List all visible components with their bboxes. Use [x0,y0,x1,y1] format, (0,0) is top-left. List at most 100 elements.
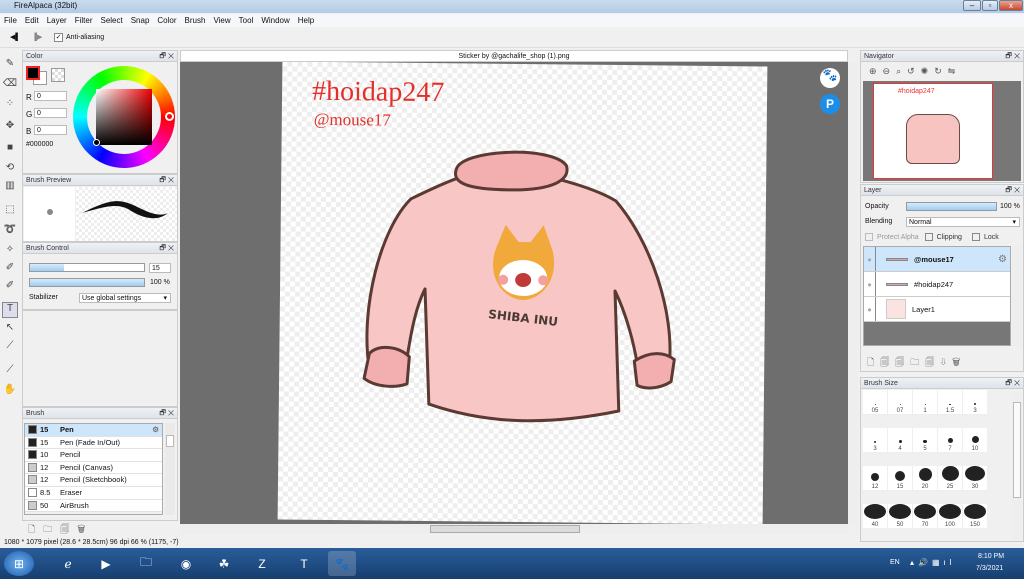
layer-row[interactable]: ● #hoidap247 [864,272,1010,297]
gear-icon[interactable]: ⚙ [152,424,159,436]
alpaca-icon[interactable]: 🐾 [820,68,840,88]
brush-size-cell[interactable]: 4 [888,428,913,453]
visibility-icon[interactable]: ● [864,272,876,296]
brush-item[interactable]: 12 Pencil (Sketchbook) [25,474,162,487]
brush-size-scrollbar[interactable] [1012,392,1022,540]
clock-time[interactable]: 8:10 PM [978,553,1004,560]
gradient-tool-icon[interactable]: ▥ [2,180,18,196]
tray-icons[interactable]: ▴🔊▦ıl [910,558,956,567]
brush-item[interactable]: 8.5 Eraser [25,486,162,500]
select-pen-icon[interactable]: ✐ [2,262,18,278]
brush-size-cell[interactable]: 25 [938,466,963,491]
menu-layer[interactable]: Layer [47,16,67,25]
navigator-preview[interactable]: #hoidap247 [863,81,1021,181]
brush-size-cell[interactable]: 3 [863,428,888,453]
saturation-value-square[interactable] [96,89,152,145]
layer-actions[interactable]: 🗋🗐🗐🗀🗐⇩🗑 [867,355,966,371]
maximize-button[interactable]: ▫ [982,0,998,11]
layer-row[interactable]: ● Layer1 [864,297,1010,322]
brush-size-cell[interactable]: 5 [913,428,938,453]
panel-float-close-icons[interactable]: 🗗 ✕ [159,408,174,419]
hue-ring[interactable] [73,66,175,168]
brush-item[interactable]: 12 Pencil (Canvas) [25,461,162,475]
navigator-zoom-rotate-icons[interactable]: ⊕⊖⌕↺✺↻⇋ [869,66,961,77]
brush-list-scrollbar[interactable] [165,423,175,515]
panel-float-close-icons[interactable]: 🗗 ✕ [1005,51,1020,62]
move-tool-icon[interactable]: ✥ [2,120,18,136]
brush-size-cell[interactable]: 40 [863,504,888,529]
brush-size-cell[interactable]: 70 [913,504,938,529]
menu-tool[interactable]: Tool [239,16,254,25]
panel-float-close-icons[interactable]: 🗗 ✕ [159,51,174,62]
brush-size-cell[interactable]: 05 [863,390,888,415]
operation-tool-icon[interactable]: ↖ [2,322,18,338]
eraser-tool-icon[interactable]: ⌫ [2,78,18,94]
g-input[interactable]: 0 [34,108,67,118]
start-button[interactable]: ⊞ [4,551,34,576]
file-explorer-icon[interactable]: 🗀 [132,551,160,576]
brush-panel-actions[interactable]: 🗋🗀🗐🗑 [28,522,93,538]
visibility-icon[interactable]: ● [864,247,876,271]
select-eraser-icon[interactable]: ✐ [2,280,18,296]
brush-opacity-slider[interactable] [29,278,145,287]
brush-size-cell[interactable]: 7 [938,428,963,453]
zalo-icon[interactable]: Z [248,551,276,576]
brush-size-cell[interactable]: 1.5 [938,390,963,415]
brush-size-cell[interactable]: 150 [963,504,988,529]
transparent-color-swatch[interactable] [51,68,65,82]
document-canvas[interactable]: #hoidap247 @mouse17 SHIBA INU [277,62,768,524]
next-button[interactable]: ▐▶ [32,33,42,41]
brush-size-cell[interactable]: 100 [938,504,963,529]
fill-tool-icon[interactable]: ■ [2,142,18,158]
dot-tool-icon[interactable]: ⁘ [2,98,18,114]
brush-size-cell[interactable]: 10 [963,428,988,453]
minimize-button[interactable]: – [963,0,981,11]
panel-float-close-icons[interactable]: 🗗 ✕ [159,243,174,254]
layer-row[interactable]: ● @mouse17 ⚙ [864,247,1010,272]
canvas-tab[interactable]: Sticker by @gachalife_shop (1).png [180,50,848,62]
language-indicator[interactable]: EN [890,559,900,566]
menu-select[interactable]: Select [100,16,122,25]
divide-tool-icon[interactable]: ⟋ [2,340,18,356]
text-tool-icon[interactable]: T [2,302,18,318]
eyedropper-icon[interactable]: ⟋ [2,364,18,380]
brush-size-cell[interactable]: 07 [888,390,913,415]
chrome-icon[interactable]: ◉ [172,551,200,576]
menu-file[interactable]: File [4,16,17,25]
canvas-vertical-scrollbar[interactable] [848,62,858,524]
brush-size-cell[interactable]: 1 [913,390,938,415]
app-icon[interactable]: ☘ [210,551,238,576]
panel-float-close-icons[interactable]: 🗗 ✕ [1005,185,1020,196]
r-input[interactable]: 0 [34,91,67,101]
select-tool-icon[interactable]: ⬚ [2,204,18,220]
brush-item[interactable]: 15 Pen (Fade In/Out) [25,436,162,450]
teams-icon[interactable]: T [290,551,318,576]
layer-list-scrollbar[interactable] [1012,246,1022,346]
internet-explorer-icon[interactable]: ℯ [54,551,82,576]
media-player-icon[interactable]: ▶ [92,551,120,576]
brush-size-slider[interactable] [29,263,145,272]
brush-size-cell[interactable]: 3 [963,390,988,415]
menu-edit[interactable]: Edit [25,16,39,25]
hue-picker-handle[interactable] [165,112,174,121]
brush-item[interactable]: 10 Pencil [25,449,162,462]
brush-size-cell[interactable]: 20 [913,466,938,491]
menu-filter[interactable]: Filter [75,16,93,25]
pen-tool-icon[interactable]: ✎ [2,58,18,74]
brush-size-cell[interactable]: 12 [863,466,888,491]
magic-wand-icon[interactable]: ✧ [2,244,18,260]
protect-alpha-checkbox[interactable] [865,233,873,241]
menu-color[interactable]: Color [157,16,176,25]
pixiv-icon[interactable]: P [820,94,840,114]
firealpaca-taskbar-icon[interactable]: 🐾 [328,551,356,576]
menu-snap[interactable]: Snap [131,16,150,25]
lock-checkbox[interactable] [971,233,980,241]
menu-help[interactable]: Help [298,16,314,25]
bucket-tool-icon[interactable]: ⟲ [2,162,18,178]
clock-date[interactable]: 7/3/2021 [976,565,1003,572]
prev-button[interactable]: ◀▌ [10,33,20,41]
layer-opacity-slider[interactable] [906,202,997,211]
close-button[interactable]: x [999,0,1023,11]
brush-size-cell[interactable]: 50 [888,504,913,529]
blending-select[interactable]: Normal ▾ [906,217,1020,227]
